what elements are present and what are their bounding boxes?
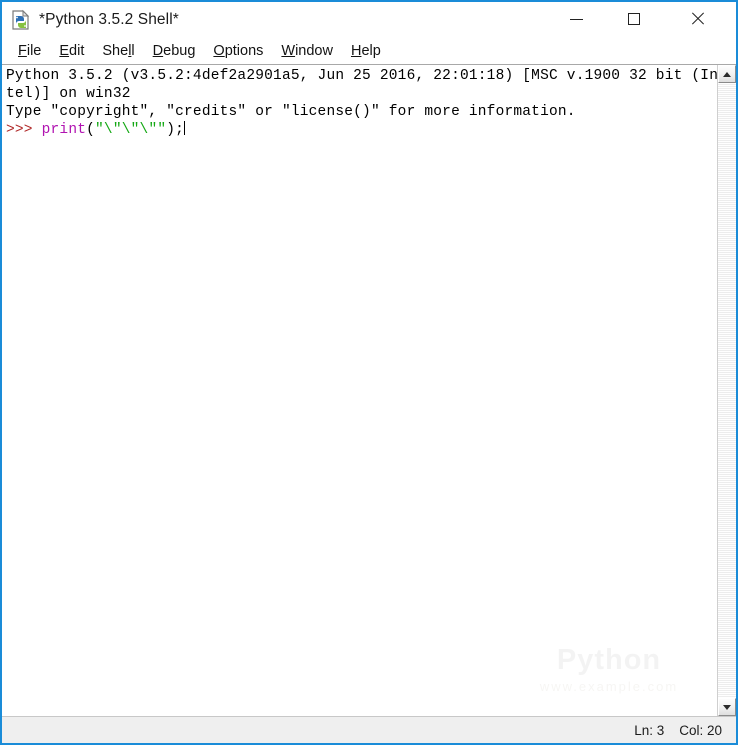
menu-edit-mnemonic: E <box>59 42 70 59</box>
title-bar: *Python 3.5.2 Shell* <box>2 2 736 38</box>
minimize-icon <box>569 18 583 20</box>
scroll-down-arrow-icon <box>723 704 731 710</box>
shell-text-area[interactable]: Python 3.5.2 (v3.5.2:4def2a2901a5, Jun 2… <box>2 65 718 716</box>
menu-file-mnemonic: F <box>18 42 27 59</box>
shell-prompt: >>> <box>6 122 42 138</box>
banner-line-1: Python 3.5.2 (v3.5.2:4def2a2901a5, Jun 2… <box>6 68 718 84</box>
menu-help-mnemonic: H <box>350 42 362 59</box>
menu-item-file[interactable]: File <box>9 42 50 61</box>
scroll-up-arrow-icon <box>723 71 731 77</box>
shell-region: Python 3.5.2 (v3.5.2:4def2a2901a5, Jun 2… <box>2 64 736 716</box>
code-open-paren: ( <box>86 122 96 138</box>
watermark-sub-text: www.example.com <box>539 679 679 694</box>
menu-item-shell[interactable]: Shell <box>93 42 143 61</box>
text-caret <box>184 121 186 135</box>
menu-options-mnemonic: O <box>213 42 225 59</box>
menu-item-help[interactable]: Help <box>342 42 390 61</box>
menu-edit-post: dit <box>69 42 85 59</box>
close-icon <box>690 12 704 26</box>
watermark-main-text: Python <box>556 644 662 676</box>
minimize-button[interactable] <box>553 2 599 36</box>
menu-shell-pre: She <box>102 42 129 59</box>
code-string-literal: "\"\"\"" <box>95 122 167 138</box>
menu-window-post: indow <box>295 42 333 59</box>
menu-item-options[interactable]: Options <box>204 42 272 61</box>
window-title: *Python 3.5.2 Shell* <box>39 11 179 28</box>
scroll-down-button[interactable] <box>718 698 736 716</box>
menu-options-post: ptions <box>224 42 264 59</box>
menu-window-mnemonic: W <box>281 42 296 59</box>
menu-item-window[interactable]: Window <box>272 42 342 61</box>
maximize-icon <box>628 13 640 25</box>
close-button[interactable] <box>674 2 720 36</box>
status-column-number: Col: 20 <box>679 722 722 738</box>
vertical-scrollbar[interactable] <box>718 65 736 716</box>
menu-debug-post: ebug <box>163 42 196 59</box>
idle-python-icon <box>10 9 32 31</box>
banner-line-3: Type "copyright", "credits" or "license(… <box>6 104 576 120</box>
console-output: Python 3.5.2 (v3.5.2:4def2a2901a5, Jun 2… <box>6 67 717 139</box>
watermark: Python www.example.com <box>519 638 699 700</box>
menu-debug-mnemonic: D <box>152 42 164 59</box>
code-builtin-print: print <box>41 122 87 138</box>
menu-item-edit[interactable]: Edit <box>50 42 93 61</box>
menu-item-debug[interactable]: Debug <box>144 42 205 61</box>
scroll-up-button[interactable] <box>718 65 736 83</box>
status-line-number: Ln: 3 <box>634 722 665 738</box>
menu-bar: File Edit Shell Debug Options Window Hel… <box>2 38 736 64</box>
banner-line-2: tel)] on win32 <box>6 86 131 102</box>
menu-shell-post: l <box>131 42 135 59</box>
status-bar: Ln: 3 Col: 20 <box>2 716 736 743</box>
code-tail: ); <box>166 122 185 138</box>
maximize-button[interactable] <box>611 2 657 36</box>
idle-shell-window: *Python 3.5.2 Shell* File Edit Shell Deb… <box>0 0 738 745</box>
menu-file-post: ile <box>26 42 42 59</box>
menu-help-post: elp <box>361 42 381 59</box>
